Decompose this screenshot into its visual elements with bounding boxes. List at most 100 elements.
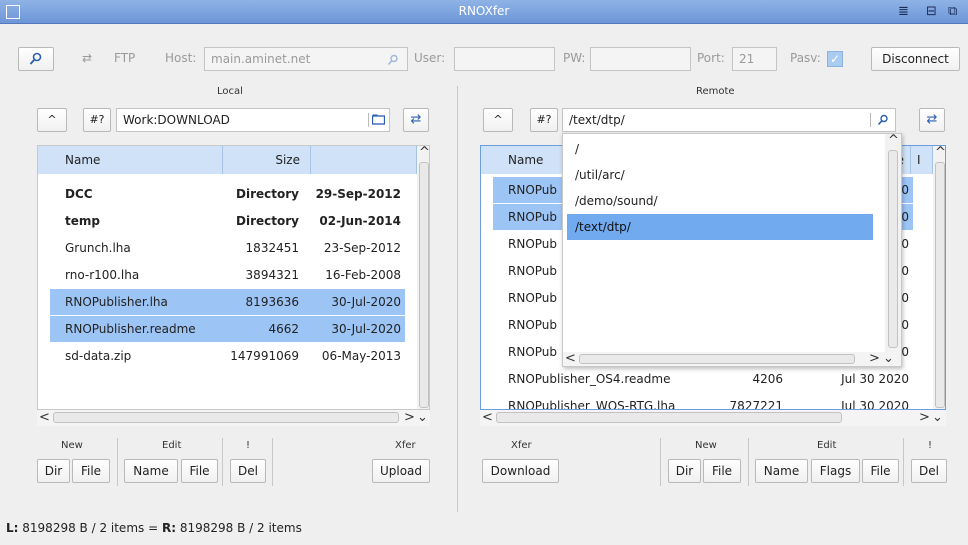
local-vscroll[interactable]: ^ — [417, 146, 429, 409]
remote-scroll-left-icon[interactable]: < — [482, 411, 493, 425]
local-file-row[interactable]: temp Directory 02-Jun-2014 — [50, 208, 405, 234]
local-col-name[interactable]: Name — [38, 146, 223, 174]
local-group-bang: ! — [246, 440, 251, 451]
local-edit-name-button[interactable]: Name — [124, 459, 178, 483]
remote-edit-flags-button[interactable]: Flags — [811, 459, 860, 483]
file-name: RNOPub — [508, 318, 558, 332]
file-name: RNOPub — [508, 345, 558, 359]
path-history-item[interactable]: /util/arc/ — [567, 162, 873, 188]
file-name: RNOPub — [508, 291, 558, 305]
depth-icon[interactable]: ⧉ — [948, 4, 957, 19]
folder-icon[interactable] — [372, 114, 385, 125]
remote-sync-icon[interactable]: ⇄ — [919, 108, 945, 132]
title-bar[interactable]: RNOXfer ≣ ⊟ ⧉ — [0, 0, 968, 24]
file-date: Jul 30 2020 — [841, 399, 909, 410]
local-col-size[interactable]: Size — [223, 146, 311, 174]
scroll-left-icon[interactable]: < — [39, 411, 50, 425]
remote-delete-button[interactable]: Del — [911, 459, 947, 483]
dropdown-vscroll[interactable]: ^ — [885, 134, 901, 352]
local-vscroll-thumb[interactable] — [419, 162, 429, 408]
remote-scroll-right-icon[interactable]: > — [919, 411, 930, 425]
user-field[interactable] — [454, 47, 555, 71]
remote-scroll-up-icon[interactable]: ^ — [935, 146, 945, 160]
local-file-row[interactable]: sd-data.zip 147991069 06-May-2013 — [50, 343, 405, 369]
file-date: 02-Jun-2014 — [319, 214, 401, 228]
file-size: 7827221 — [729, 399, 783, 410]
local-hscroll[interactable]: < > ⌄ — [37, 410, 430, 426]
file-size: 8193636 — [245, 295, 299, 309]
local-file-row[interactable]: rno-r100.lha 3894321 16-Feb-2008 — [50, 262, 405, 288]
local-file-row[interactable]: Grunch.lha 1832451 23-Sep-2012 — [50, 235, 405, 261]
scroll-up-icon[interactable]: ^ — [419, 146, 429, 160]
remote-col-date[interactable]: I — [911, 146, 933, 174]
remote-vscroll-thumb[interactable] — [935, 162, 945, 408]
local-col-date[interactable] — [311, 146, 417, 174]
remote-file-row[interactable]: RNOPublisher_OS4.readme 4206 Jul 30 2020 — [493, 366, 913, 392]
swap-icon: ⇄ — [82, 51, 93, 65]
dropdown-vscroll-thumb[interactable] — [888, 150, 898, 348]
remote-file-row[interactable]: RNOPublisher_WOS-RTG.lha 7827221 Jul 30 20… — [493, 393, 913, 410]
dropdown-hscroll-thumb[interactable] — [579, 354, 855, 364]
host-field[interactable]: main.aminet.net — [204, 47, 408, 71]
disconnect-button[interactable]: Disconnect — [871, 47, 960, 71]
dropdown-scroll-up-icon[interactable]: ^ — [888, 134, 899, 148]
file-date: 0 — [901, 183, 909, 197]
local-path-value: Work:DOWNLOAD — [123, 113, 230, 127]
dropdown-scroll-left-icon[interactable]: < — [565, 352, 576, 366]
local-divider-2 — [222, 438, 223, 486]
host-value: main.aminet.net — [211, 52, 311, 66]
pw-field[interactable] — [590, 47, 691, 71]
dropdown-scroll-right-icon[interactable]: > — [869, 352, 880, 366]
path-history-item[interactable]: /text/dtp/ — [567, 214, 873, 240]
download-button[interactable]: Download — [482, 459, 559, 483]
remote-new-dir-button[interactable]: Dir — [668, 459, 701, 483]
status-remote-value: 8198298 B / 2 items — [179, 521, 302, 535]
local-file-row[interactable]: DCC Directory 29-Sep-2012 — [50, 181, 405, 207]
status-remote-label: R: — [161, 521, 177, 535]
remote-search-icon[interactable] — [877, 114, 889, 126]
local-file-row[interactable]: RNOPublisher.lha 8193636 30-Jul-2020 — [50, 289, 405, 315]
file-date: 0 — [901, 210, 909, 224]
remote-parent-button[interactable]: ^ — [483, 108, 513, 132]
local-hscroll-thumb[interactable] — [53, 412, 399, 423]
remote-hscroll[interactable]: < > ⌄ — [480, 410, 946, 426]
menu-icon[interactable]: ≣ — [898, 4, 909, 19]
scroll-right-icon[interactable]: > — [404, 411, 415, 425]
file-size: 1832451 — [245, 241, 299, 255]
port-field[interactable]: 21 — [732, 47, 777, 71]
remote-edit-name-button[interactable]: Name — [755, 459, 808, 483]
local-file-list[interactable]: Name Size DCC Directory 29-Sep-2012 temp Dir… — [37, 145, 430, 410]
remote-scroll-down-icon[interactable]: ⌄ — [932, 411, 943, 425]
local-pattern-button[interactable]: #? — [83, 108, 111, 132]
local-file-row[interactable]: RNOPublisher.readme 4662 30-Jul-2020 — [50, 316, 405, 342]
iconify-icon[interactable]: ⊟ — [926, 4, 937, 19]
file-date: 06-May-2013 — [321, 349, 401, 363]
remote-pattern-button[interactable]: #? — [530, 108, 558, 132]
pane-splitter[interactable] — [457, 86, 458, 512]
upload-button[interactable]: Upload — [372, 459, 430, 483]
local-edit-file-button[interactable]: File — [181, 459, 218, 483]
remote-vscroll[interactable]: ^ — [933, 146, 945, 409]
scroll-down-icon[interactable]: ⌄ — [417, 411, 428, 425]
path-history-dropdown[interactable]: //util/arc//demo/sound//text/dtp/ ^ < > … — [562, 133, 902, 367]
local-delete-button[interactable]: Del — [230, 459, 266, 483]
local-path-field[interactable]: Work:DOWNLOAD — [116, 108, 390, 132]
dropdown-hscroll[interactable]: < > ⌄ — [563, 352, 901, 366]
connect-search-button[interactable] — [18, 47, 54, 71]
pasv-checkbox[interactable]: ✓ — [827, 51, 843, 67]
local-sync-icon[interactable]: ⇄ — [403, 108, 429, 132]
file-size: 147991069 — [230, 349, 299, 363]
remote-path-field[interactable]: /text/dtp/ — [562, 108, 896, 132]
remote-new-file-button[interactable]: File — [703, 459, 741, 483]
local-new-dir-button[interactable]: Dir — [37, 459, 70, 483]
path-history-item[interactable]: / — [567, 136, 873, 162]
local-divider-1 — [117, 438, 118, 486]
local-new-file-button[interactable]: File — [72, 459, 110, 483]
file-name: RNOPublisher_WOS-RTG.lha — [508, 399, 676, 410]
remote-hscroll-thumb[interactable] — [496, 412, 842, 423]
local-parent-button[interactable]: ^ — [37, 108, 67, 132]
file-name: RNOPublisher.lha — [65, 295, 168, 309]
path-history-item[interactable]: /demo/sound/ — [567, 188, 873, 214]
dropdown-scroll-down-icon[interactable]: ⌄ — [883, 352, 894, 366]
remote-edit-file-button[interactable]: File — [862, 459, 899, 483]
